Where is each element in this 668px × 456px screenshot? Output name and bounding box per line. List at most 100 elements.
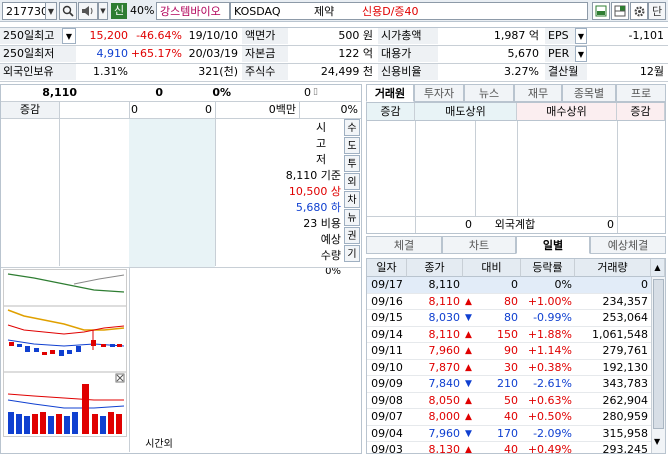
cell-vol: 1,061,548 bbox=[592, 327, 648, 341]
cost-ratio: 23 비용 bbox=[303, 217, 341, 230]
cell-vol: 0 bbox=[641, 278, 648, 291]
expected-qty-label: 수량 bbox=[320, 249, 341, 262]
low-date: 20/03/19 bbox=[188, 47, 238, 60]
tab-news[interactable]: 뉴스 bbox=[464, 84, 514, 102]
tab-chart[interactable]: 차트 bbox=[442, 236, 516, 254]
low-rate: +65.17% bbox=[130, 47, 182, 60]
side-tab-5[interactable]: 차 bbox=[344, 191, 360, 208]
scrollbar-thumb[interactable] bbox=[653, 279, 664, 429]
code-dropdown-icon[interactable]: ▼ bbox=[45, 2, 57, 20]
low-value: 4,910 bbox=[96, 47, 129, 60]
side-tab-7[interactable]: 권 bbox=[344, 227, 360, 244]
search-icon[interactable] bbox=[59, 2, 77, 20]
cell-rate: +0.63% bbox=[527, 393, 572, 407]
broker-col-sell-change: 증감 bbox=[367, 103, 415, 121]
table-row[interactable]: 09/15 8,030 ▼ 80 -0.99% 253,064 bbox=[367, 310, 651, 327]
table-row[interactable]: 09/17 8,110 0 0% 0 bbox=[367, 277, 651, 294]
high-value: 15,200 bbox=[89, 29, 129, 42]
stock-code-input[interactable]: 217730 bbox=[2, 2, 46, 20]
volume-rate: 0% bbox=[340, 103, 358, 116]
label-foreign-holding: 외국인보유 bbox=[0, 64, 76, 80]
eps-dropdown-icon[interactable]: ▼ bbox=[575, 28, 587, 44]
side-tab-2[interactable]: 도 bbox=[344, 137, 360, 154]
cell-close: 8,110 bbox=[428, 327, 461, 341]
daily-panel: 체결 차트 일별 예상체결 일자 종가 대비 등락률 거래량 ▲ 09/17 8,… bbox=[366, 236, 666, 454]
cell-diff: 210 bbox=[497, 377, 518, 390]
cell-close: 8,110 bbox=[428, 294, 461, 308]
foreign-shares: 321(천) bbox=[198, 65, 238, 78]
high-date: 19/10/10 bbox=[188, 29, 238, 42]
single-view-button[interactable]: 단 bbox=[648, 2, 666, 20]
table-row[interactable]: 09/07 8,000 ▲ 40 +0.50% 280,959 bbox=[367, 409, 651, 426]
cell-vol: 279,761 bbox=[602, 344, 649, 357]
stock-name-field: 강스템바이오 bbox=[156, 2, 230, 20]
label-250d-low: 250일최저 bbox=[0, 46, 76, 62]
tab-daily[interactable]: 일별 bbox=[516, 236, 590, 254]
tab-finance[interactable]: 재무 bbox=[514, 84, 562, 102]
table-row[interactable]: 09/11 7,960 ▲ 90 +1.14% 279,761 bbox=[367, 343, 651, 360]
side-tab-6[interactable]: 뉴 bbox=[344, 209, 360, 226]
cell-diff: 30 bbox=[504, 360, 518, 374]
credit-badge: 신 bbox=[111, 3, 127, 19]
side-tab-1[interactable]: 수 bbox=[344, 119, 360, 136]
broker-table: 증감 매도상위 매수상위 증감 0 외국계합 0 bbox=[366, 102, 666, 234]
mini-chart bbox=[3, 269, 127, 437]
tab-trades[interactable]: 체결 bbox=[366, 236, 442, 254]
open-label: 시 bbox=[315, 121, 327, 134]
layout-icon[interactable] bbox=[611, 2, 629, 20]
high-dropdown-icon[interactable]: ▼ bbox=[62, 28, 76, 44]
bid-total: 0 bbox=[205, 103, 212, 116]
tab-investor[interactable]: 투자자 bbox=[414, 84, 464, 102]
table-row[interactable]: 09/09 7,840 ▼ 210 -2.61% 343,783 bbox=[367, 376, 651, 393]
per-dropdown-icon[interactable]: ▼ bbox=[575, 46, 587, 62]
tab-expected-trades[interactable]: 예상체결 bbox=[590, 236, 666, 254]
scroll-down-icon[interactable]: ▼ bbox=[654, 437, 660, 446]
cell-date: 09/03 bbox=[371, 443, 403, 453]
fiscal-month: 12월 bbox=[639, 65, 664, 78]
foreign-rate: 1.31% bbox=[93, 65, 128, 78]
expected-label: 예상 bbox=[320, 233, 341, 246]
table-row[interactable]: 09/03 8,130 ▲ 40 +0.49% 293,245 bbox=[367, 442, 651, 453]
cell-vol: 253,064 bbox=[602, 311, 649, 324]
foreign-total-label: 외국계합 bbox=[494, 218, 536, 231]
volume-million: 0백만 bbox=[268, 103, 296, 116]
cell-rate: -2.61% bbox=[533, 377, 572, 390]
stock-name: 강스템바이오 bbox=[160, 5, 221, 18]
label-eps: EPS bbox=[545, 28, 575, 44]
side-tab-3[interactable]: 투 bbox=[344, 155, 360, 172]
cell-rate: -0.99% bbox=[533, 311, 572, 324]
table-row[interactable]: 09/08 8,050 ▲ 50 +0.63% 262,904 bbox=[367, 393, 651, 409]
stock-info-field: KOSDAQ 제약 신용D/증40 bbox=[230, 2, 588, 20]
tab-by-stock[interactable]: 종목별 bbox=[562, 84, 616, 102]
tab-broker[interactable]: 거래원 bbox=[366, 84, 414, 102]
gear-icon[interactable] bbox=[630, 2, 648, 20]
market-cap: 1,987 억 bbox=[493, 29, 539, 42]
table-row[interactable]: 09/10 7,870 ▲ 30 +0.38% 192,130 bbox=[367, 360, 651, 376]
per-value bbox=[588, 46, 666, 62]
cell-date: 09/09 bbox=[371, 377, 403, 390]
col-volume: 거래량 bbox=[575, 259, 651, 277]
cell-vol: 343,783 bbox=[602, 377, 649, 390]
side-tab-8[interactable]: 기 bbox=[344, 245, 360, 262]
cell-date: 09/17 bbox=[371, 278, 403, 291]
table-row[interactable]: 09/04 7,960 ▼ 170 -2.09% 315,958 bbox=[367, 426, 651, 442]
credit-ratio: 3.27% bbox=[504, 65, 539, 78]
high-label: 고 bbox=[315, 137, 327, 150]
scrollbar[interactable]: ▼ bbox=[651, 277, 665, 453]
margin-rate: 40% bbox=[130, 4, 155, 17]
sound-dropdown-icon[interactable]: ▼ bbox=[98, 2, 108, 20]
scroll-up-icon[interactable]: ▲ bbox=[651, 259, 665, 277]
label-250d-high: 250일최고 bbox=[0, 28, 62, 44]
cell-rate: +1.00% bbox=[527, 294, 572, 308]
base-price: 8,110 기준 bbox=[285, 169, 341, 182]
table-row[interactable]: 09/16 8,110 ▲ 80 +1.00% 234,357 bbox=[367, 294, 651, 310]
cell-close: 7,960 bbox=[428, 344, 461, 357]
cell-vol: 192,130 bbox=[602, 360, 649, 374]
screen-icon[interactable] bbox=[592, 2, 610, 20]
volume-icon: ▯ bbox=[313, 87, 318, 97]
sound-icon[interactable] bbox=[78, 2, 98, 20]
tab-program[interactable]: 프로 bbox=[616, 84, 666, 102]
label-per: PER bbox=[545, 46, 575, 62]
table-row[interactable]: 09/14 8,110 ▲ 150 +1.88% 1,061,548 bbox=[367, 327, 651, 343]
side-tab-4[interactable]: 외 bbox=[344, 173, 360, 190]
